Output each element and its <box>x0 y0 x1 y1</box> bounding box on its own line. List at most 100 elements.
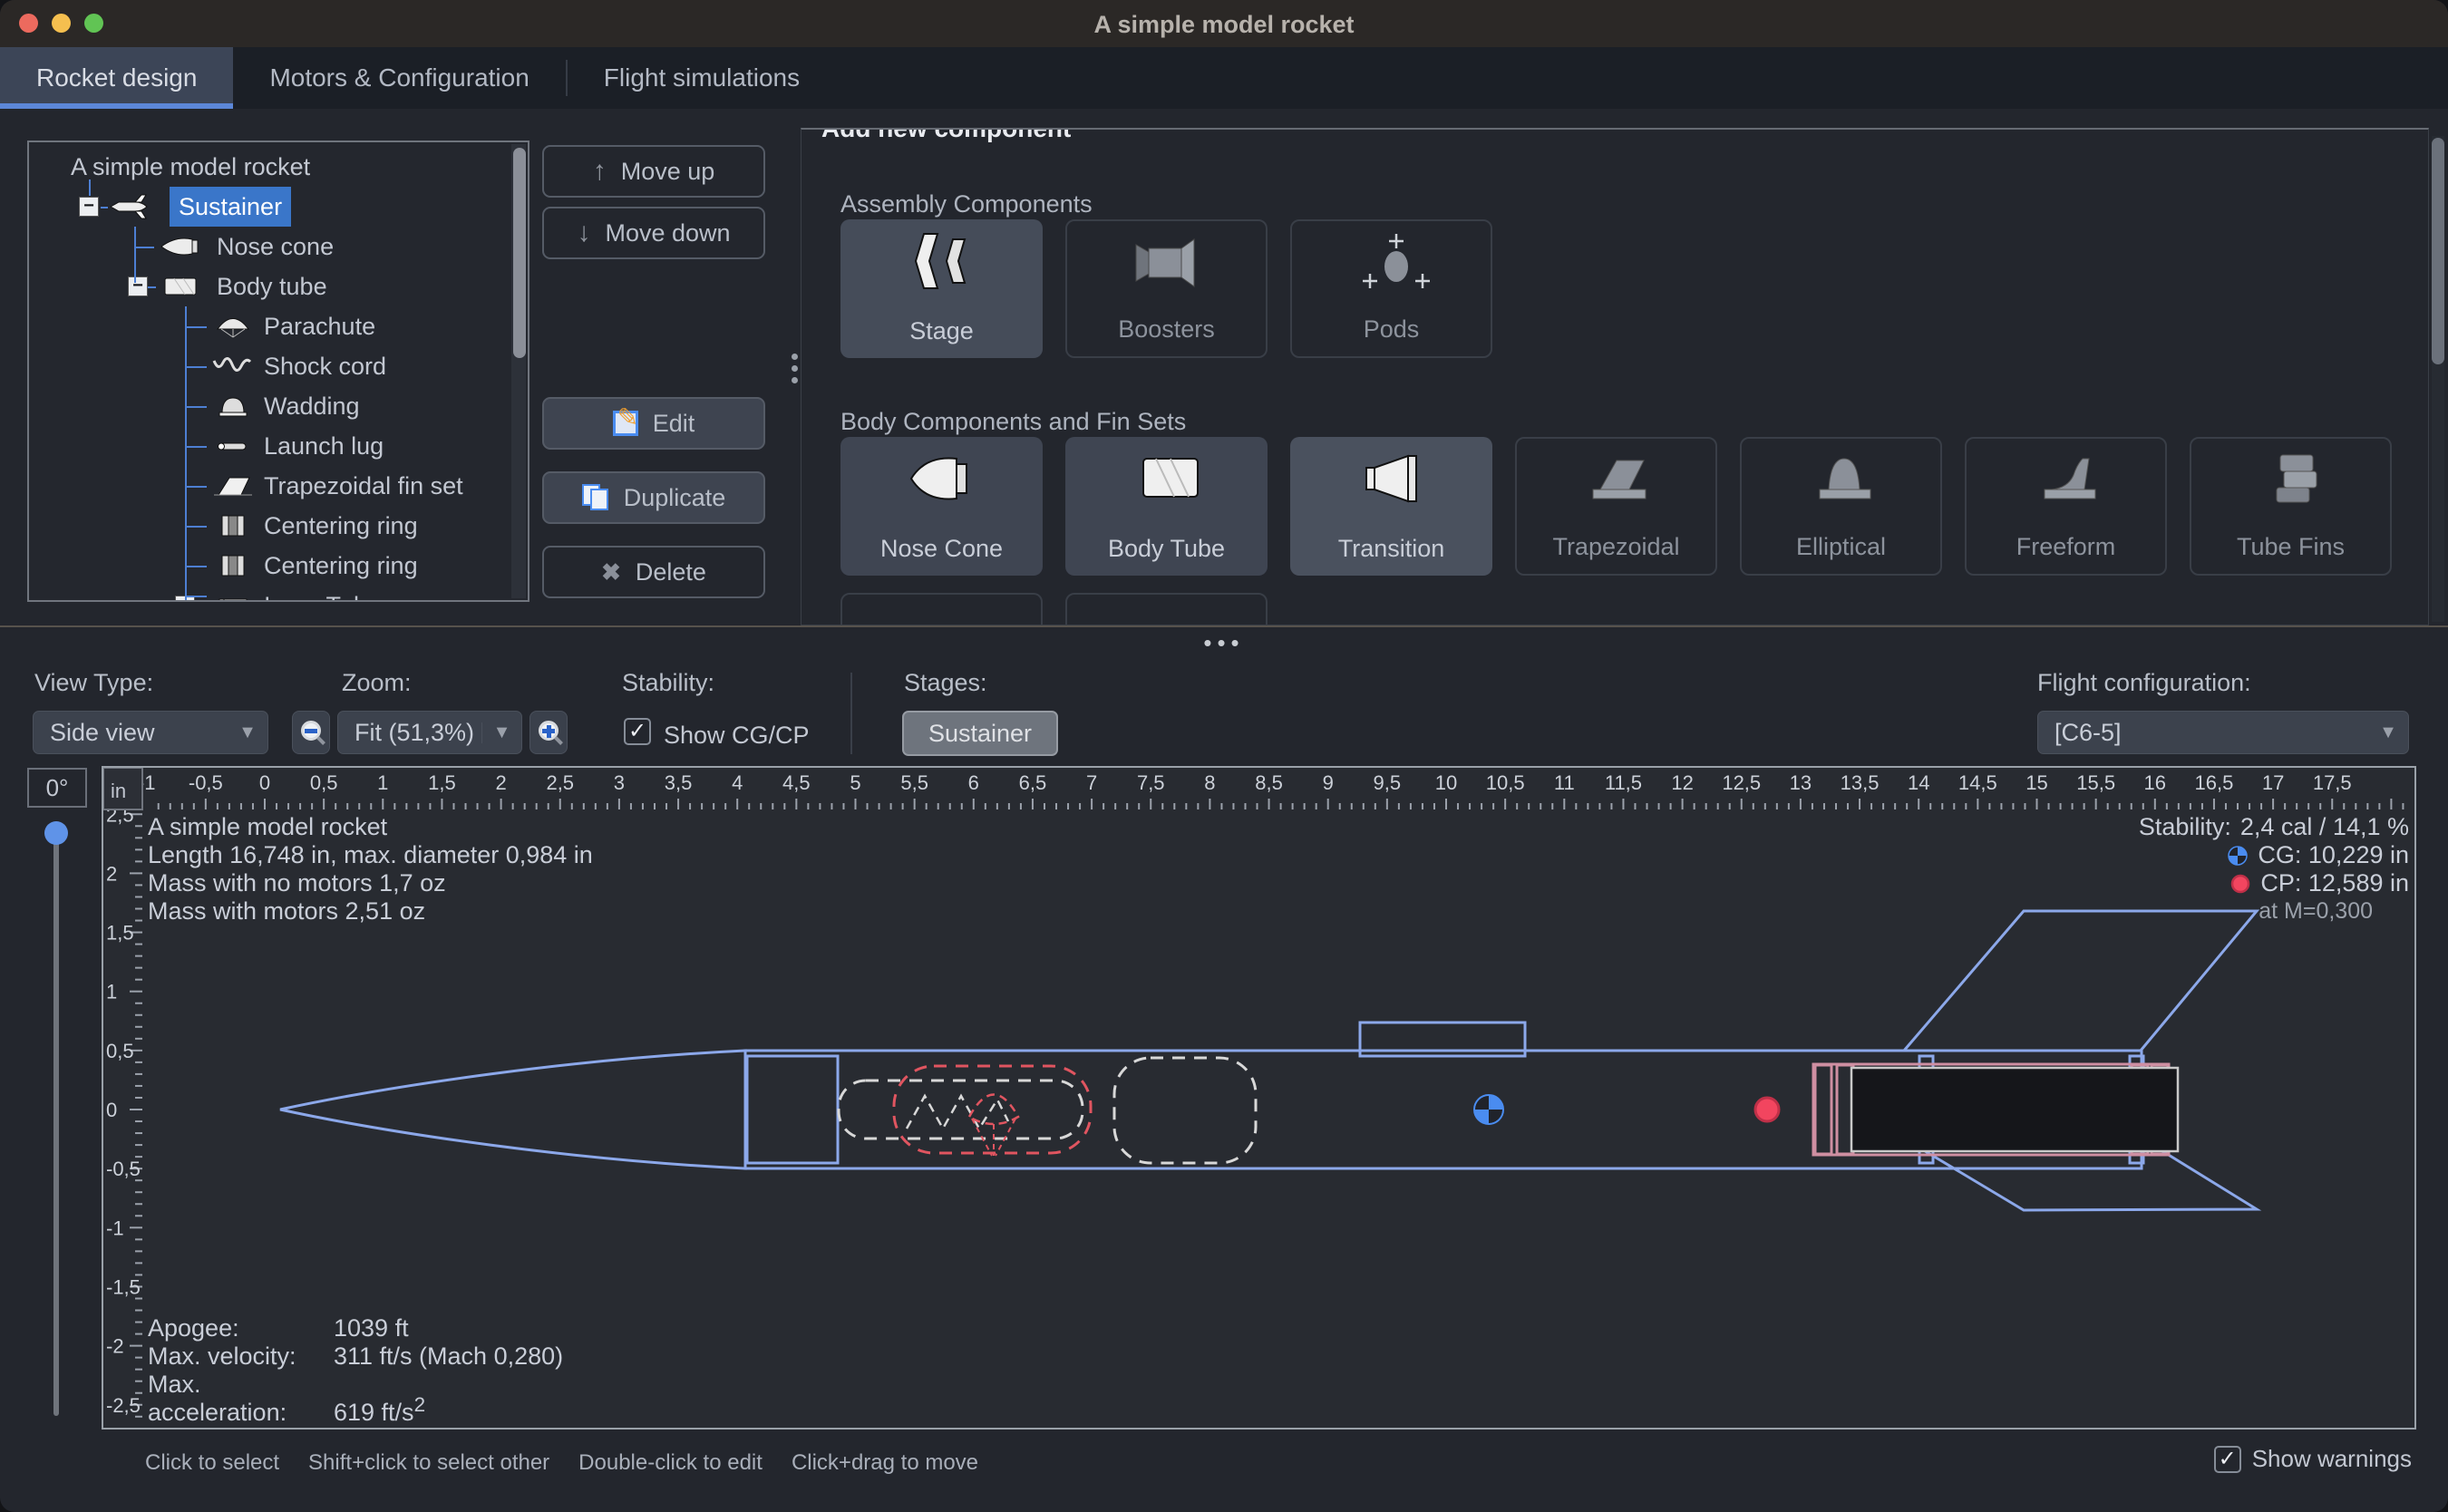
zoom-select[interactable]: Fit (51,3%) ▼ <box>337 711 522 754</box>
svg-text:5: 5 <box>850 771 860 794</box>
zoom-out-button[interactable] <box>292 711 330 754</box>
internal-components[interactable] <box>839 1058 2178 1163</box>
rocket-outline[interactable] <box>280 911 2257 1210</box>
flight-config-label: Flight configuration: <box>2037 669 2251 697</box>
tree-item[interactable]: Launch lug <box>29 426 528 466</box>
add-component-title: Add new component <box>812 128 1080 143</box>
svg-text:-0,5: -0,5 <box>189 771 223 794</box>
rocket-info-line: Length 16,748 in, max. diameter 0,984 in <box>148 841 593 869</box>
stability-info: Stability: 2,4 cal / 14,1 % CG: 10,229 i… <box>2139 813 2409 926</box>
tab-flight-simulations[interactable]: Flight simulations <box>568 47 836 109</box>
tree-item[interactable]: Centering ring <box>29 506 528 546</box>
tree-item[interactable]: Nose cone <box>29 227 528 267</box>
stage-toggle-sustainer[interactable]: Sustainer <box>902 711 1058 756</box>
flight-stats: Apogee:1039 ftMax. velocity:311 ft/s (Ma… <box>148 1314 563 1427</box>
tree-item-label[interactable]: Centering ring <box>264 506 418 546</box>
tree-item-label[interactable]: Trapezoidal fin set <box>264 466 463 506</box>
move-up-button[interactable]: ↑Move up <box>542 145 765 198</box>
chevron-down-icon: ▼ <box>228 722 267 743</box>
svg-text:6: 6 <box>968 771 979 794</box>
tree-item-label[interactable]: Centering ring <box>264 546 418 586</box>
svg-text:11,5: 11,5 <box>1605 771 1642 794</box>
svg-text:-2,5: -2,5 <box>106 1394 141 1417</box>
panel-splitter-handle[interactable] <box>789 354 800 393</box>
component-button-label: Transition <box>1290 535 1492 563</box>
svg-text:5,5: 5,5 <box>900 771 928 794</box>
tree-connector <box>185 366 207 368</box>
component-tree-panel: A simple model rocket − SustainerNose cone… <box>27 141 529 602</box>
tree-item[interactable]: A simple model rocket <box>29 147 528 187</box>
delete-button[interactable]: ✖Delete <box>542 546 765 598</box>
component-button-label: Stage <box>840 317 1043 345</box>
svg-text:0,5: 0,5 <box>106 1040 134 1062</box>
elliptical-icon <box>1792 446 1891 519</box>
rocket-info-line: Mass with motors 2,51 oz <box>148 897 593 926</box>
hint-text: Shift+click to select other <box>308 1450 549 1476</box>
tree-item[interactable]: − Body tube <box>29 267 528 306</box>
flight-config-select[interactable]: [C6-5] ▼ <box>2037 711 2409 754</box>
tree-expand-toggle[interactable]: − <box>128 276 148 296</box>
tree-item-label[interactable]: Sustainer <box>170 187 291 227</box>
stat-label: Max. velocity: <box>148 1342 334 1371</box>
wadding-region <box>1114 1058 1256 1163</box>
rotation-angle-indicator: 0° <box>27 768 87 808</box>
window-title: A simple model rocket <box>0 11 2448 39</box>
tree-item-label[interactable]: Shock cord <box>264 346 386 386</box>
component-button-stage[interactable]: Stage <box>840 219 1043 358</box>
svg-text:-1,5: -1,5 <box>106 1275 141 1298</box>
tree-item[interactable]: Parachute <box>29 306 528 346</box>
nosecone-icon <box>892 444 992 518</box>
svg-text:1: 1 <box>377 771 388 794</box>
svg-text:7,5: 7,5 <box>1137 771 1165 794</box>
tab-rocket-design[interactable]: Rocket design <box>0 47 233 109</box>
show-warnings-label: Show warnings <box>2252 1445 2412 1473</box>
component-button-partial <box>1065 593 1268 625</box>
move-down-button[interactable]: ↓Move down <box>542 207 765 259</box>
edit-button[interactable]: ✎Edit <box>542 397 765 450</box>
component-button-elliptical: Elliptical <box>1740 437 1942 576</box>
tab-motors-configuration[interactable]: Motors & Configuration <box>233 47 565 109</box>
tree-item-label[interactable]: Launch lug <box>264 426 384 466</box>
zoom-in-button[interactable] <box>529 711 568 754</box>
tab-bar: Rocket designMotors & ConfigurationFligh… <box>0 47 2448 109</box>
split-pane-divider[interactable] <box>0 625 2448 627</box>
svg-text:0: 0 <box>259 771 270 794</box>
component-button-transition[interactable]: Transition <box>1290 437 1492 576</box>
tree-item-label[interactable]: Inner Tube <box>264 586 381 602</box>
chevron-down-icon: ▼ <box>481 722 521 743</box>
section-label: Assembly Components <box>840 190 1093 218</box>
svg-text:2: 2 <box>106 862 117 885</box>
tree-connector <box>185 526 207 528</box>
component-button-body-tube[interactable]: Body Tube <box>1065 437 1268 576</box>
show-cgcp-checkbox[interactable]: ✓ <box>624 718 651 745</box>
tree-item-label[interactable]: A simple model rocket <box>71 147 310 187</box>
cg-marker <box>1474 1095 1503 1124</box>
show-warnings-checkbox[interactable]: ✓ <box>2214 1446 2241 1473</box>
tree-item-label[interactable]: Nose cone <box>217 227 334 267</box>
tree-scrollbar-thumb[interactable] <box>513 148 526 358</box>
tree-item-label[interactable]: Body tube <box>217 267 327 306</box>
svg-text:9: 9 <box>1323 771 1334 794</box>
stage-icon <box>892 227 992 300</box>
tree-item-label[interactable]: Parachute <box>264 306 375 346</box>
rotation-slider-handle[interactable] <box>44 821 68 845</box>
tree-item-label[interactable]: Wadding <box>264 386 360 426</box>
duplicate-button[interactable]: Duplicate <box>542 471 765 524</box>
rotation-slider-track[interactable] <box>53 821 59 1416</box>
tree-item[interactable]: Trapezoidal fin set <box>29 466 528 506</box>
svg-text:10,5: 10,5 <box>1486 771 1525 794</box>
component-button-pods: Pods <box>1290 219 1492 358</box>
tree-item[interactable]: Wadding <box>29 386 528 426</box>
rocket-info-line: A simple model rocket <box>148 813 593 841</box>
view-type-select[interactable]: Side view ▼ <box>33 711 268 754</box>
split-pane-handle[interactable]: ••• <box>1195 629 1253 657</box>
tree-item[interactable]: Centering ring <box>29 546 528 586</box>
component-button-nose-cone[interactable]: Nose Cone <box>840 437 1043 576</box>
tree-connector <box>185 326 207 328</box>
panel-scrollbar-thumb[interactable] <box>2432 138 2444 364</box>
tree-expand-toggle[interactable]: − <box>79 197 99 217</box>
component-button-label: Nose Cone <box>840 535 1043 563</box>
tree-item[interactable]: −Inner Tube <box>29 586 528 602</box>
tree-item[interactable]: Shock cord <box>29 346 528 386</box>
stability-value: 2,4 cal / 14,1 % <box>2240 813 2409 841</box>
